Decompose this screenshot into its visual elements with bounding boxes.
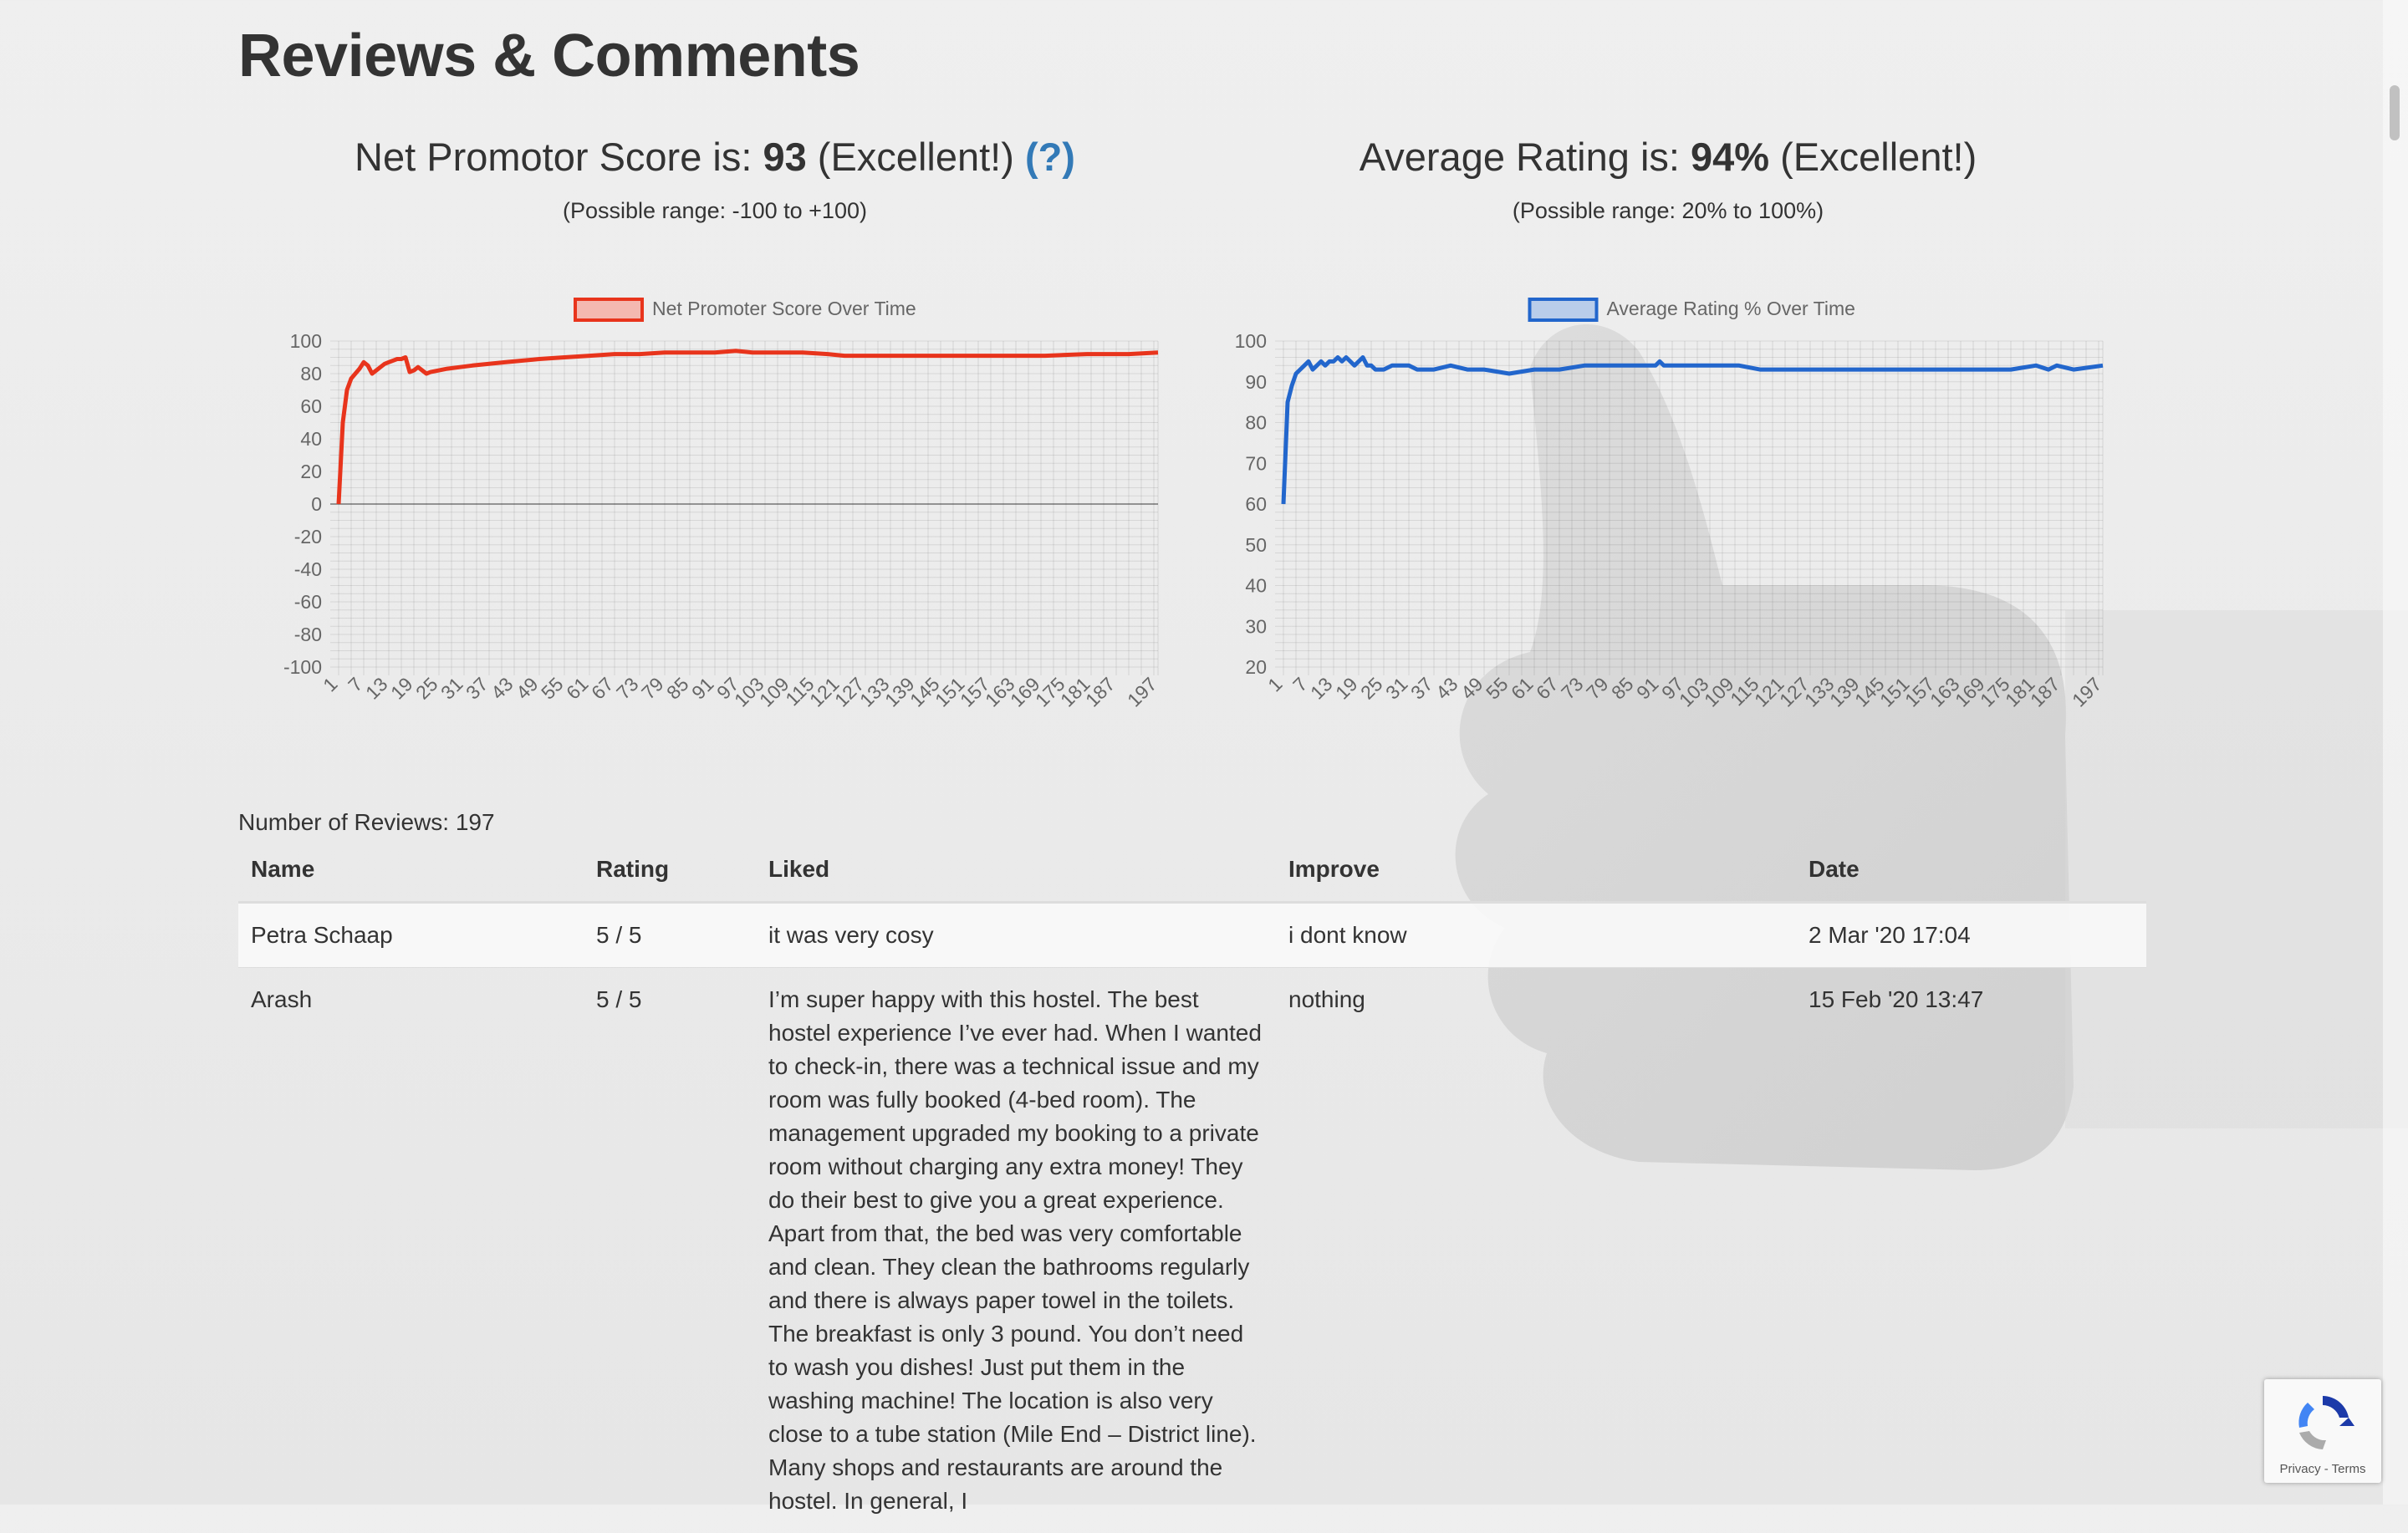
y-tick-label: 80	[300, 363, 322, 385]
avg-summary: Average Rating is: 94% (Excellent!) (Pos…	[1191, 134, 2145, 224]
nps-heading: Net Promotor Score is: 93 (Excellent!) (…	[238, 134, 1191, 180]
column-header-liked: Liked	[756, 844, 1276, 903]
y-tick-label: -100	[283, 656, 322, 678]
nps-rating-word: (Excellent!)	[807, 135, 1025, 179]
x-tick-label: 7	[344, 673, 366, 695]
avg-range-note: (Possible range: 20% to 100%)	[1191, 198, 2145, 224]
avg-chart: Average Rating % Over Time 100 90 80 70 60 50 4…	[1200, 293, 2145, 727]
x-tick-label: 197	[2068, 673, 2106, 711]
cell-date: 2 Mar '20 17:04	[1796, 903, 2146, 968]
nps-help-link[interactable]: (?)	[1025, 135, 1075, 179]
y-tick-label: 60	[1245, 493, 1267, 515]
avg-rating-word: (Excellent!)	[1769, 135, 1977, 179]
y-tick-label: 100	[290, 330, 322, 352]
cell-improve: i dont know	[1276, 903, 1796, 968]
recaptcha-links[interactable]: Privacy - Terms	[2264, 1462, 2381, 1476]
scrollbar-thumb[interactable]	[2390, 85, 2400, 140]
column-header-rating: Rating	[584, 844, 756, 903]
cell-date: 15 Feb '20 13:47	[1796, 968, 2146, 1533]
y-tick-label: 40	[300, 428, 322, 450]
column-header-improve: Improve	[1276, 844, 1796, 903]
nps-summary: Net Promotor Score is: 93 (Excellent!) (…	[238, 134, 1191, 224]
y-tick-label: 80	[1245, 412, 1267, 434]
legend-label: Average Rating % Over Time	[1607, 298, 1855, 319]
column-header-name: Name	[238, 844, 584, 903]
recaptcha-badge[interactable]: Privacy - Terms	[2264, 1379, 2381, 1483]
avg-score: 94%	[1691, 135, 1769, 179]
nps-range-note: (Possible range: -100 to +100)	[238, 198, 1191, 224]
cell-rating: 5 / 5	[584, 968, 756, 1533]
page-title: Reviews & Comments	[238, 22, 860, 90]
avg-heading: Average Rating is: 94% (Excellent!)	[1191, 134, 2145, 180]
cell-name: Arash	[238, 968, 584, 1533]
x-tick-label: 1	[319, 673, 341, 695]
nps-chart: Net Promoter Score Over Time 100 80 60 40 20 0…	[255, 293, 1200, 727]
y-tick-label: 40	[1245, 575, 1267, 597]
y-tick-label: 20	[1245, 656, 1267, 678]
table-header-row: Name Rating Liked Improve Date	[238, 844, 2146, 903]
recaptcha-icon	[2289, 1389, 2356, 1456]
y-tick-label: 100	[1235, 330, 1267, 352]
x-tick-label: 1	[1263, 673, 1286, 695]
y-tick-label: 50	[1245, 534, 1267, 556]
scrollbar-track[interactable]	[2383, 0, 2408, 1505]
cell-improve: nothing	[1276, 968, 1796, 1533]
x-tick-label: 7	[1288, 673, 1311, 695]
column-header-date: Date	[1796, 844, 2146, 903]
nps-heading-prefix: Net Promotor Score is:	[355, 135, 763, 179]
x-tick-label: 197	[1123, 673, 1161, 711]
cell-liked: it was very cosy	[756, 903, 1276, 968]
y-tick-label: -40	[294, 558, 322, 580]
avg-heading-prefix: Average Rating is:	[1360, 135, 1691, 179]
nps-chart-svg: Net Promoter Score Over Time 100 80 60 40 20 0…	[255, 293, 1200, 727]
legend-label: Net Promoter Score Over Time	[652, 298, 916, 319]
cell-rating: 5 / 5	[584, 903, 756, 968]
y-tick-label: 60	[300, 395, 322, 417]
nps-score: 93	[763, 135, 806, 179]
table-row: Arash 5 / 5 I’m super happy with this ho…	[238, 968, 2146, 1533]
reviews-table: Name Rating Liked Improve Date Petra Sch…	[238, 844, 2146, 1533]
table-row: Petra Schaap 5 / 5 it was very cosy i do…	[238, 903, 2146, 968]
cell-name: Petra Schaap	[238, 903, 584, 968]
cell-liked: I’m super happy with this hostel. The be…	[756, 968, 1276, 1533]
y-tick-label: -20	[294, 526, 322, 548]
y-tick-label: 90	[1245, 371, 1267, 393]
y-tick-label: -80	[294, 624, 322, 645]
x-tick-label: 187	[2026, 673, 2064, 711]
legend-swatch	[1530, 299, 1597, 320]
y-tick-label: 30	[1245, 615, 1267, 637]
legend-swatch	[575, 299, 642, 320]
y-tick-label: -60	[294, 591, 322, 613]
y-tick-label: 0	[311, 493, 322, 515]
y-tick-label: 20	[300, 461, 322, 482]
review-count: Number of Reviews: 197	[238, 809, 495, 836]
y-tick-label: 70	[1245, 452, 1267, 474]
avg-chart-svg: Average Rating % Over Time 100 90 80 70 60 50 4…	[1200, 293, 2145, 727]
x-tick-label: 187	[1081, 673, 1120, 711]
